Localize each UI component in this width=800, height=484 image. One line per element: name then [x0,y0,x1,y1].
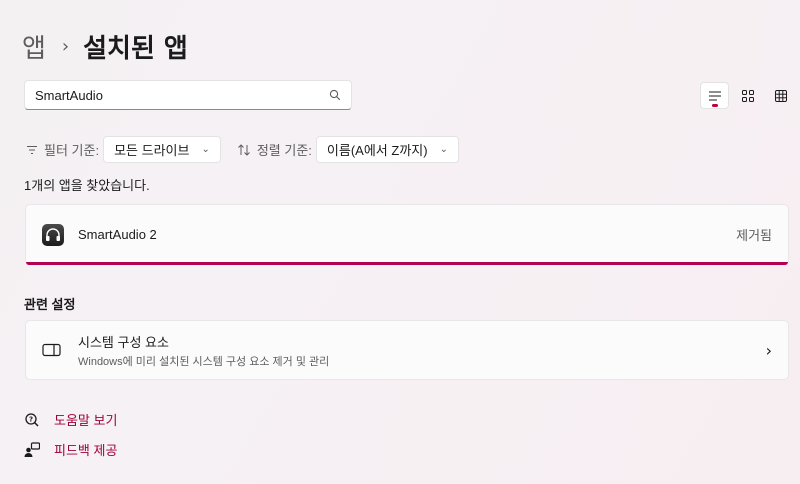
list-view-icon [708,90,722,102]
app-list-item[interactable]: SmartAudio 2 제거됨 [25,204,789,265]
help-link[interactable]: ? 도움말 보기 [24,410,117,429]
tile-view-button[interactable] [766,82,795,109]
sort-value: 이름(A에서 Z까지) [326,143,428,158]
search-box[interactable]: SmartAudio [24,80,352,110]
search-input[interactable]: SmartAudio [35,88,329,103]
chevron-down-icon: ⌄ [201,144,210,155]
breadcrumb: 앱 › 설치된 앱 [22,28,188,64]
system-components-description: Windows에 미리 설치된 시스템 구성 요소 제거 및 관리 [78,355,330,368]
related-settings-title: 관련 설정 [24,297,76,312]
feedback-icon [24,441,40,458]
page-title: 설치된 앱 [83,33,188,64]
view-toggle [700,82,795,109]
tile-view-icon [774,89,787,102]
filter-label: 필터 기준: [44,143,100,158]
filter-icon [26,145,38,155]
sort-dropdown[interactable]: 이름(A에서 Z까지) ⌄ [315,136,459,163]
help-icon: ? [24,412,40,428]
app-name: SmartAudio 2 [78,227,157,242]
filter-value: 모든 드라이브 [114,143,190,158]
help-label: 도움말 보기 [54,413,118,428]
list-view-button[interactable] [700,82,729,109]
app-status: 제거됨 [736,228,772,243]
chevron-right-icon: › [765,340,772,360]
system-components-card[interactable]: 시스템 구성 요소 Windows에 미리 설치된 시스템 구성 요소 제거 및… [25,320,789,380]
breadcrumb-parent[interactable]: 앱 [22,28,46,65]
grid-view-icon [741,89,754,102]
sort-icon [237,143,251,156]
filter-dropdown[interactable]: 모든 드라이브 ⌄ [103,136,221,163]
sort-group: 정렬 기준: 이름(A에서 Z까지) ⌄ [237,136,459,163]
headphones-icon [42,223,64,246]
result-count: 1개의 앱을 찾았습니다. [24,178,150,193]
svg-text:?: ? [29,415,33,423]
component-icon [42,343,62,357]
feedback-link[interactable]: 피드백 제공 [24,440,117,459]
grid-view-button[interactable] [733,82,762,109]
feedback-label: 피드백 제공 [54,443,118,458]
active-indicator [711,104,718,107]
filter-sort-bar: 필터 기준: 모든 드라이브 ⌄ 정렬 기준: 이름(A에서 Z까지) ⌄ [26,136,459,163]
system-components-title: 시스템 구성 요소 [78,334,169,350]
search-icon[interactable] [329,89,341,101]
system-components-text: 시스템 구성 요소 Windows에 미리 설치된 시스템 구성 요소 제거 및… [78,332,766,369]
sort-label: 정렬 기준: [256,143,312,158]
breadcrumb-separator: › [61,35,70,57]
chevron-down-icon: ⌄ [439,144,448,155]
